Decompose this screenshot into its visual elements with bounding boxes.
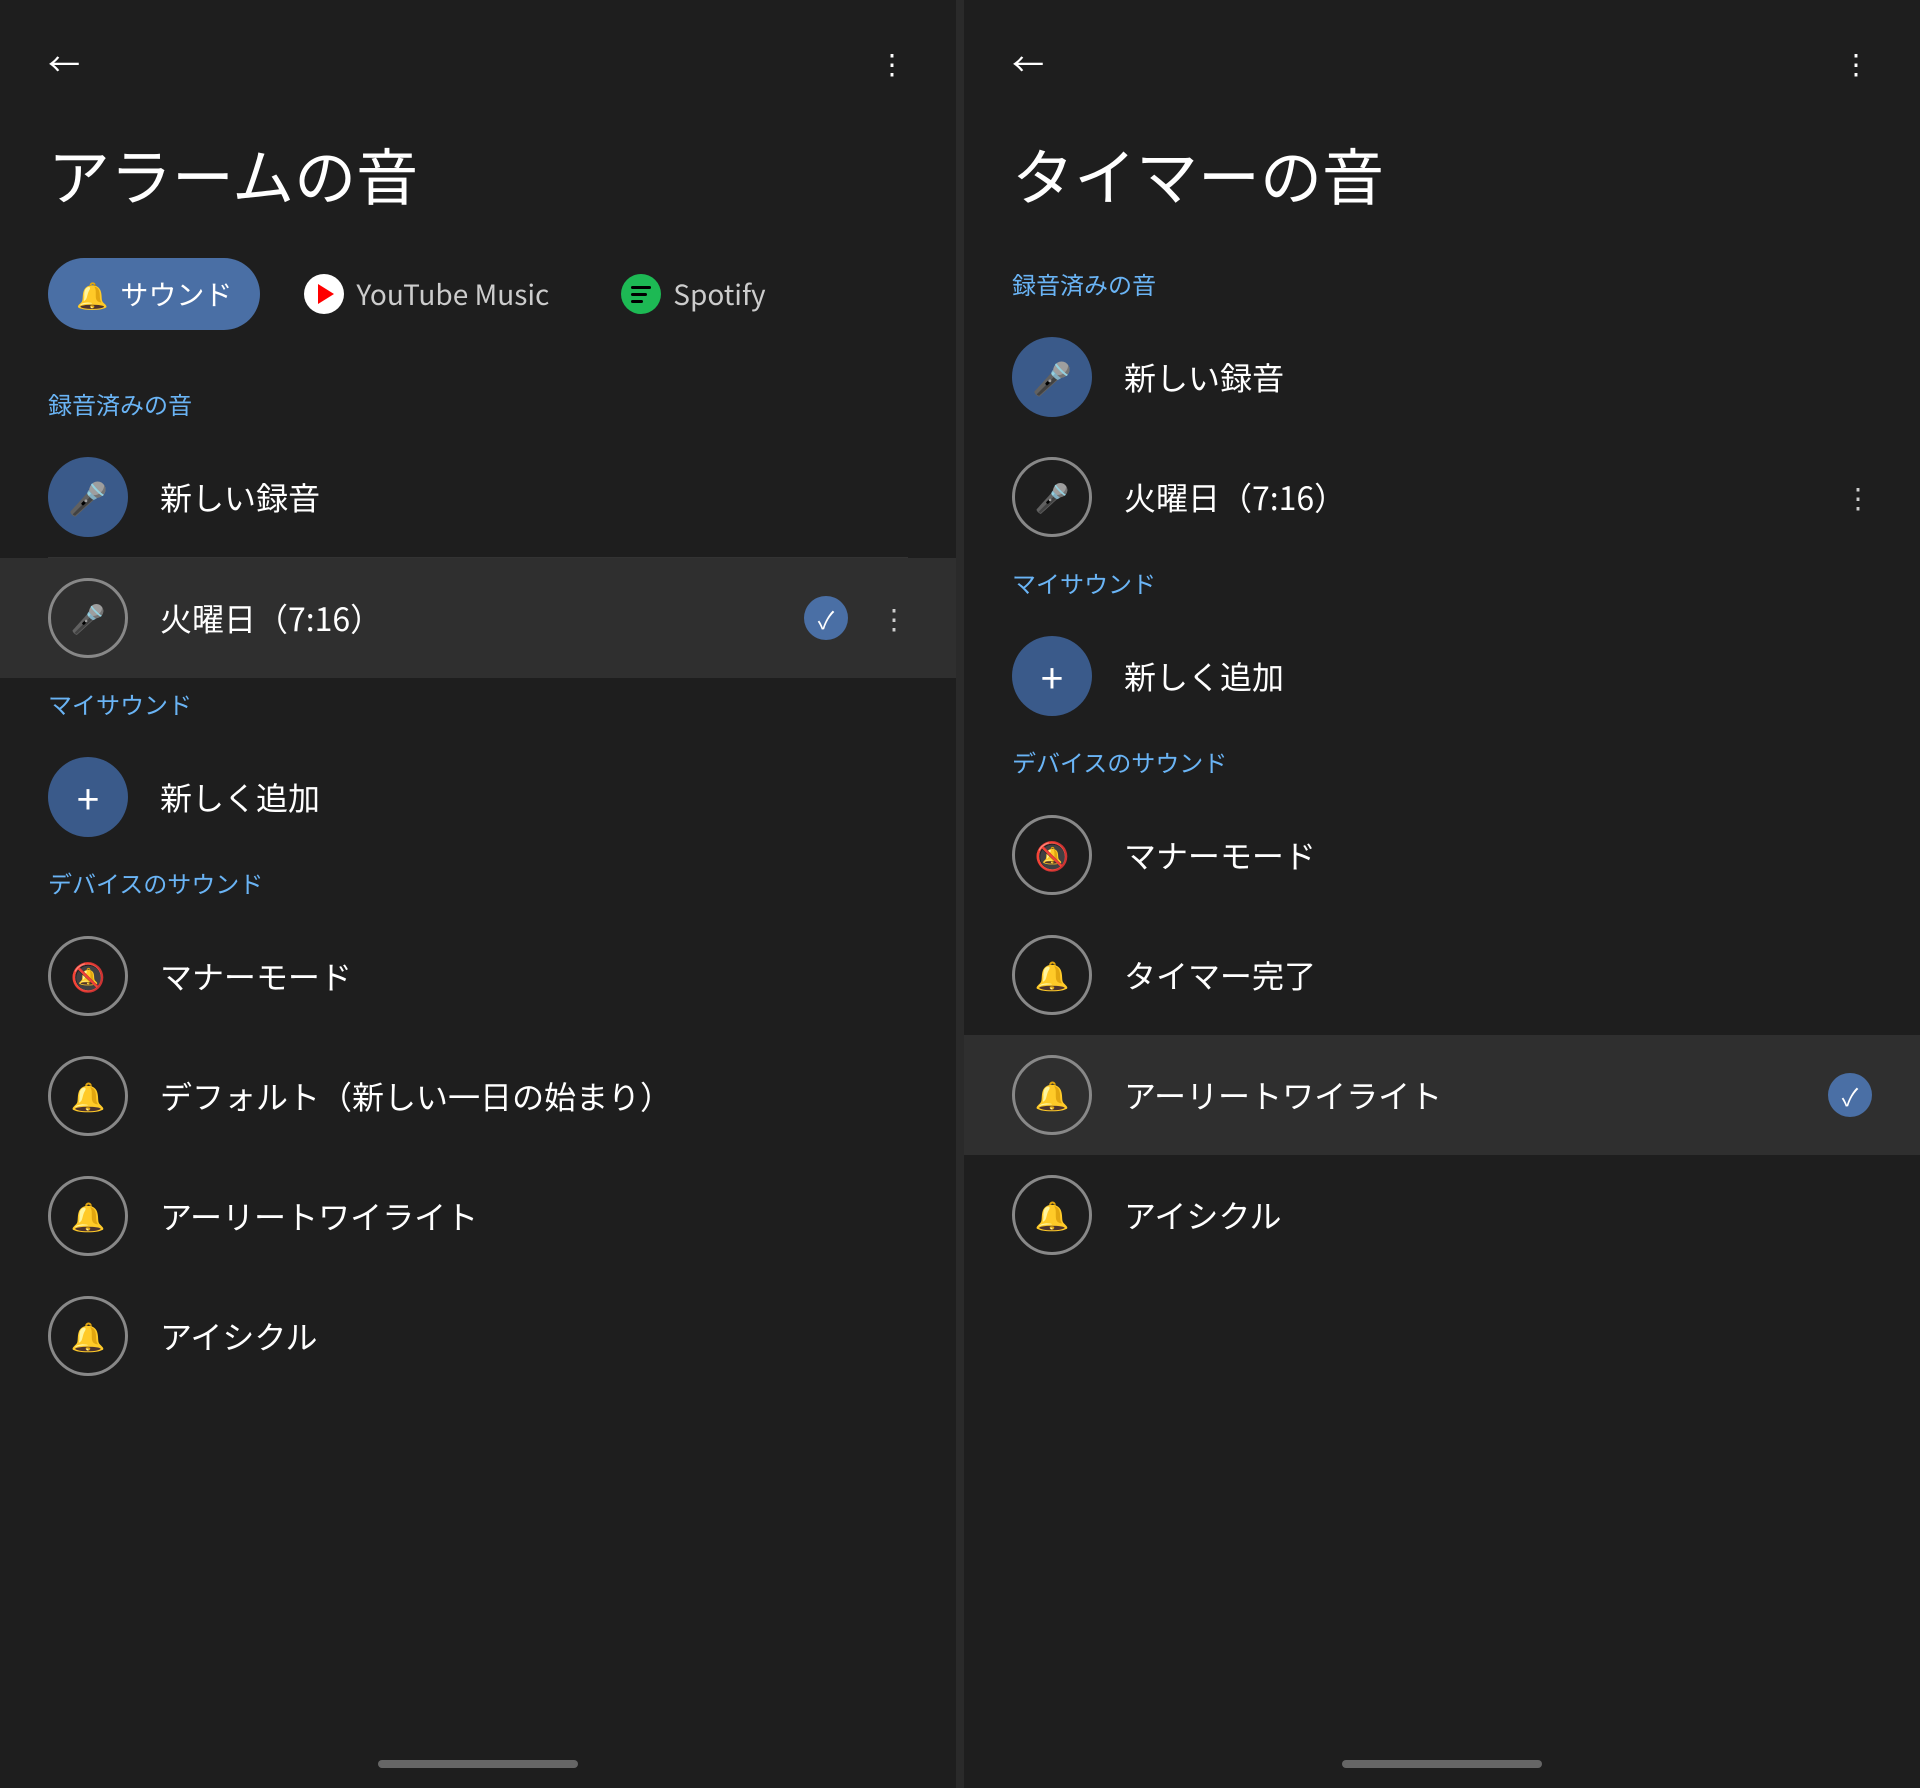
add-text-left: 新しく追加 [160,774,908,820]
right-header: ← ⋮ [964,0,1920,106]
item-more-button-left[interactable]: ⋮ [880,598,908,638]
left-section-mysound-label: マイサウンド [0,678,956,737]
youtube-logo-icon [304,274,344,314]
list-item-new-recording-left[interactable]: 🎤 新しい録音 [0,437,956,557]
tab-youtube-label: YouTube Music [356,274,549,314]
mic-outline-icon-right-1: 🎤 [1012,457,1092,537]
mic-filled-icon-left-1: 🎤 [48,457,128,537]
list-item-add-right[interactable]: + 新しく追加 [964,616,1920,736]
list-item-add-left[interactable]: + 新しく追加 [0,737,956,857]
list-item-new-recording-right[interactable]: 🎤 新しい録音 [964,317,1920,437]
default-text-left: デフォルト（新しい一日の始まり） [160,1073,908,1119]
list-item-default-left[interactable]: 🔔 デフォルト（新しい一日の始まり） [0,1036,956,1156]
add-text-right: 新しく追加 [1124,653,1872,699]
left-section-recorded-label: 録音済みの音 [0,378,956,437]
plus-icon-right: + [1012,636,1092,716]
list-item-silent-left[interactable]: 🔕 マナーモード [0,916,956,1036]
bell-icon-left-3: 🔔 [48,1296,128,1376]
check-icon-right: ✓ [1828,1073,1872,1117]
list-item-tuesday-right[interactable]: 🎤 火曜日（7:16） ⋮ [964,437,1920,557]
list-item-early-right[interactable]: 🔔 アーリートワイライト ✓ [964,1035,1920,1155]
right-section-mysound-label: マイサウンド [964,557,1920,616]
right-bottom-bar [1342,1760,1542,1768]
item-more-button-right[interactable]: ⋮ [1844,477,1872,517]
list-item-icicle-right[interactable]: 🔔 アイシクル [964,1155,1920,1275]
bell-icon-left-1: 🔔 [48,1056,128,1136]
tab-youtube[interactable]: YouTube Music [276,258,577,330]
bell-icon-left-2: 🔔 [48,1176,128,1256]
right-more-button[interactable]: ⋮ [1842,43,1872,83]
tab-spotify[interactable]: Spotify [593,258,793,330]
tab-spotify-label: Spotify [673,274,765,314]
tab-sound[interactable]: 🔔 サウンド [48,258,260,330]
timer-done-text-right: タイマー完了 [1124,952,1872,998]
list-item-early-left[interactable]: 🔔 アーリートワイライト [0,1156,956,1276]
tuesday-text-right: 火曜日（7:16） [1124,474,1812,520]
left-bottom-bar [378,1760,578,1768]
bell-icon-right-2: 🔔 [1012,1055,1092,1135]
early-text-left: アーリートワイライト [160,1193,908,1239]
left-back-button[interactable]: ← [48,40,80,86]
right-back-button[interactable]: ← [1012,40,1044,86]
bell-icon-right-1: 🔔 [1012,935,1092,1015]
left-tabs: 🔔 サウンド YouTube Music Spotify [0,258,956,378]
mic-filled-icon-right-1: 🎤 [1012,337,1092,417]
new-recording-text-left: 新しい録音 [160,474,908,520]
bell-icon: 🔔 [76,276,108,313]
tab-sound-label: サウンド [120,274,232,314]
list-item-silent-right[interactable]: 🔕 マナーモード [964,795,1920,915]
bell-off-icon-left: 🔕 [48,936,128,1016]
list-item-timer-done-right[interactable]: 🔔 タイマー完了 [964,915,1920,1035]
right-panel: ← ⋮ タイマーの音 録音済みの音 🎤 新しい録音 🎤 火曜日（7:16） ⋮ … [964,0,1920,1788]
left-page-title: アラームの音 [0,106,956,258]
silent-text-left: マナーモード [160,953,908,999]
silent-text-right: マナーモード [1124,832,1872,878]
early-text-right: アーリートワイライト [1124,1072,1796,1118]
list-item-tuesday-left[interactable]: 🎤 火曜日（7:16） ✓ ⋮ [0,558,956,678]
left-more-button[interactable]: ⋮ [878,43,908,83]
right-section-device-label: デバイスのサウンド [964,736,1920,795]
right-page-title: タイマーの音 [964,106,1920,258]
list-item-icicle-left[interactable]: 🔔 アイシクル [0,1276,956,1396]
new-recording-text-right: 新しい録音 [1124,354,1872,400]
plus-icon-left: + [48,757,128,837]
left-section-device-label: デバイスのサウンド [0,857,956,916]
tuesday-text-left: 火曜日（7:16） [160,595,772,641]
bell-off-icon-right: 🔕 [1012,815,1092,895]
icicle-text-left: アイシクル [160,1313,908,1359]
left-panel: ← ⋮ アラームの音 🔔 サウンド YouTube Music Spotify [0,0,964,1788]
left-header: ← ⋮ [0,0,956,106]
bell-icon-right-3: 🔔 [1012,1175,1092,1255]
check-icon-left: ✓ [804,596,848,640]
spotify-logo-icon [621,274,661,314]
mic-outline-icon-left-1: 🎤 [48,578,128,658]
icicle-text-right: アイシクル [1124,1192,1872,1238]
right-section-recorded-label: 録音済みの音 [964,258,1920,317]
